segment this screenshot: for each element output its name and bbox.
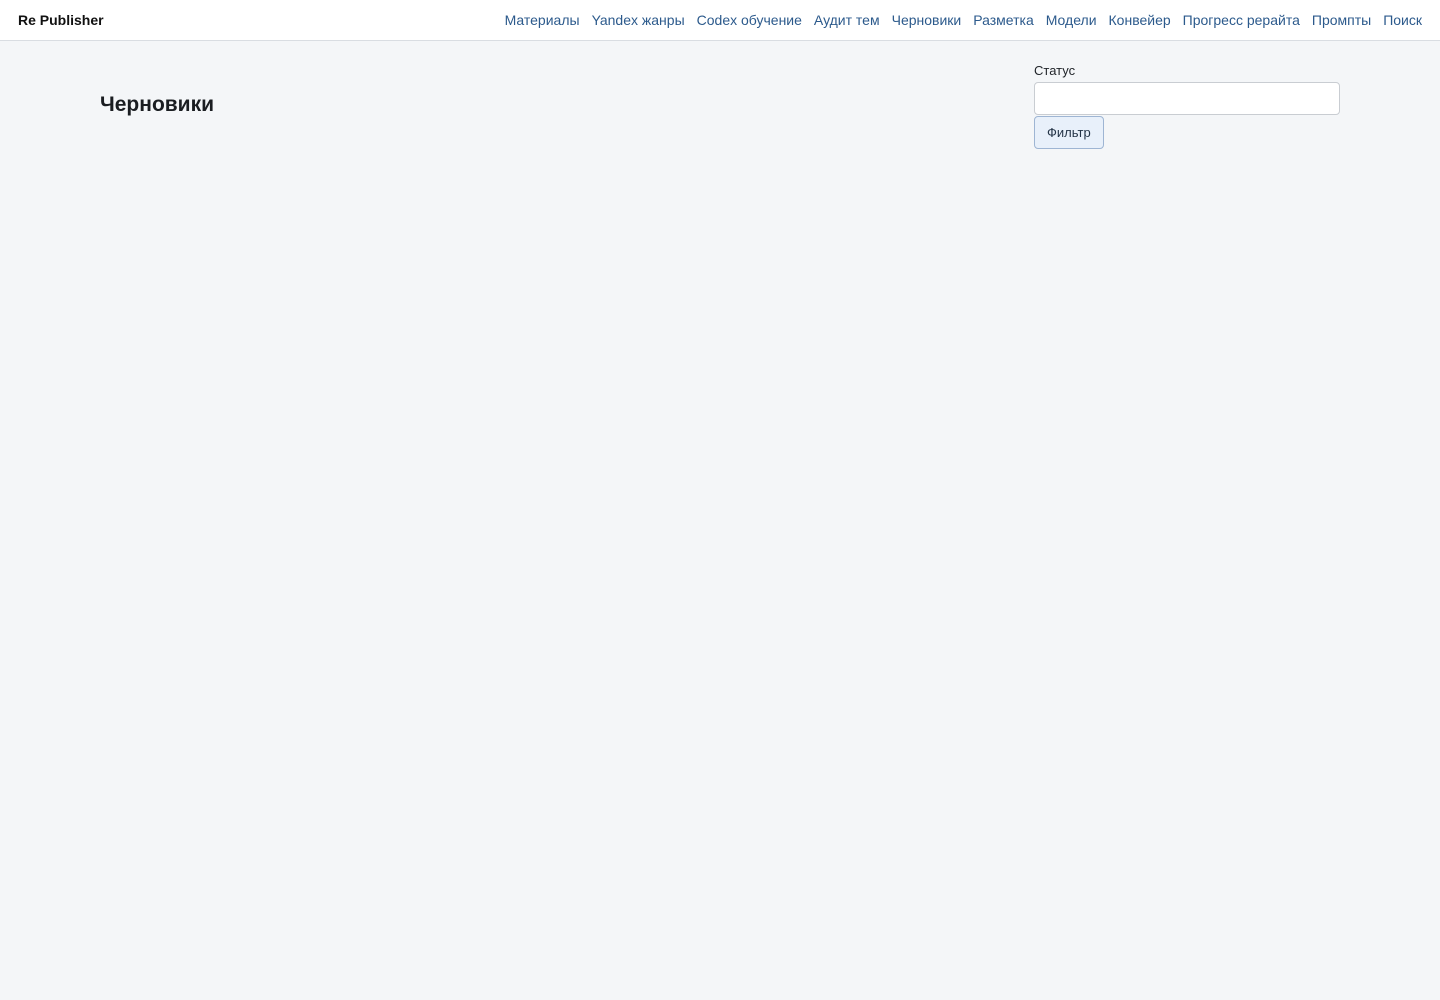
nav-link-codex-training[interactable]: Codex обучение: [697, 11, 802, 29]
nav-link-markup[interactable]: Разметка: [973, 11, 1034, 29]
nav-link-rewrite-progress[interactable]: Прогресс рерайта: [1183, 11, 1300, 29]
nav-link-models[interactable]: Модели: [1046, 11, 1097, 29]
filter-button[interactable]: Фильтр: [1034, 116, 1104, 149]
top-navbar: Re Publisher Материалы Yandex жанры Code…: [0, 0, 1440, 41]
nav-link-prompts[interactable]: Промпты: [1312, 11, 1371, 29]
status-label: Статус: [1034, 63, 1076, 78]
nav-link-search[interactable]: Поиск: [1383, 11, 1422, 29]
nav-link-materials[interactable]: Материалы: [505, 11, 580, 29]
nav-link-topic-audit[interactable]: Аудит тем: [814, 11, 880, 29]
page-title: Черновики: [100, 93, 215, 116]
filter-form: Статус Фильтр: [1034, 63, 1340, 149]
nav-link-yandex-genres[interactable]: Yandex жанры: [592, 11, 685, 29]
status-input[interactable]: [1034, 82, 1340, 115]
nav-link-pipeline[interactable]: Конвейер: [1109, 11, 1171, 29]
nav-link-drafts[interactable]: Черновики: [892, 11, 962, 29]
main-nav: Материалы Yandex жанры Codex обучение Ау…: [505, 11, 1422, 29]
brand-logo[interactable]: Re Publisher: [18, 11, 104, 29]
